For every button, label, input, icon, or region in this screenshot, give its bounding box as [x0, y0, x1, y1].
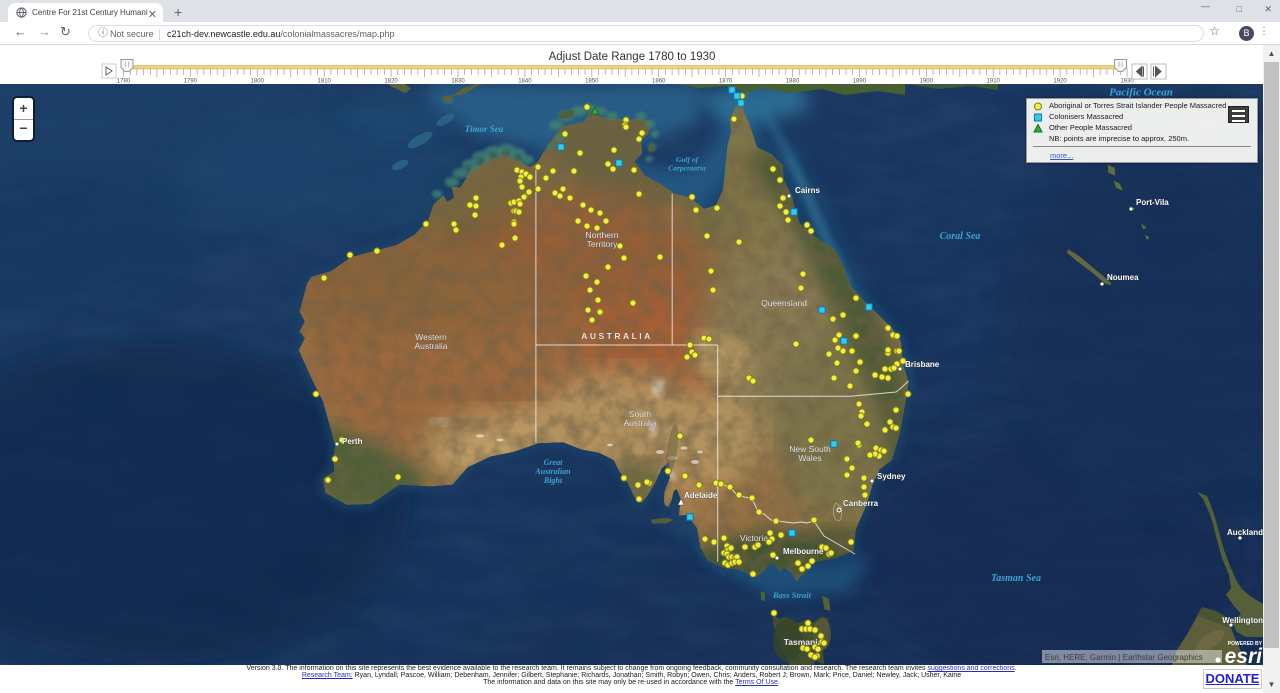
svg-text:Bight: Bight — [543, 476, 563, 485]
svg-text:Noumea: Noumea — [1107, 273, 1139, 282]
svg-text:esri: esri — [1225, 645, 1263, 665]
svg-text:Melbourne: Melbourne — [783, 547, 824, 556]
svg-text:Adelaide: Adelaide — [684, 491, 718, 500]
svg-text:Perth: Perth — [342, 437, 363, 446]
svg-text:AUSTRALIA: AUSTRALIA — [581, 331, 653, 341]
svg-text:Coral Sea: Coral Sea — [940, 231, 981, 242]
svg-text:Australia: Australia — [623, 418, 656, 428]
svg-text:Australian: Australian — [534, 467, 571, 476]
svg-text:Esri, HERE, Garmin | Earthstar: Esri, HERE, Garmin | Earthstar Geographi… — [1045, 653, 1203, 662]
svg-text:Carpentaria: Carpentaria — [668, 164, 706, 173]
svg-text:Brisbane: Brisbane — [905, 360, 940, 369]
svg-text:Australia: Australia — [414, 341, 447, 351]
svg-text:Bass Strait: Bass Strait — [772, 590, 812, 600]
svg-text:Great: Great — [544, 458, 563, 467]
svg-text:Timor Sea: Timor Sea — [465, 124, 504, 134]
svg-text:Wellington: Wellington — [1222, 616, 1263, 625]
svg-text:Queensland: Queensland — [761, 298, 807, 308]
svg-text:Cairns: Cairns — [795, 186, 820, 195]
svg-text:Auckland: Auckland — [1227, 528, 1263, 537]
svg-text:Victoria: Victoria — [740, 533, 768, 543]
svg-text:Pacific Ocean: Pacific Ocean — [1109, 87, 1173, 99]
svg-text:Canberra: Canberra — [843, 499, 879, 508]
svg-text:Sydney: Sydney — [877, 472, 906, 481]
svg-text:Tasman Sea: Tasman Sea — [991, 573, 1041, 584]
svg-text:Wales: Wales — [798, 453, 821, 463]
svg-text:Port-Vila: Port-Vila — [1136, 198, 1169, 207]
svg-text:Territory: Territory — [587, 239, 618, 249]
svg-text:Adjust Date Range 1780 to 1930: Adjust Date Range 1780 to 1930 — [549, 51, 716, 63]
